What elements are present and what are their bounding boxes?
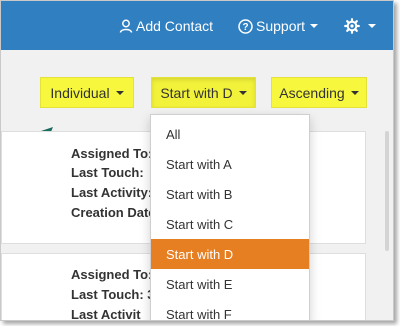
scrollbar[interactable] <box>385 131 389 251</box>
support-menu[interactable]: ? Support <box>238 16 319 36</box>
sort-order-label: Ascending <box>279 84 345 101</box>
user-icon <box>119 19 133 33</box>
settings-menu[interactable] <box>344 16 376 36</box>
menu-item-start-with-c[interactable]: Start with C <box>151 209 309 239</box>
letter-filter-label: Start with D <box>160 84 233 101</box>
last-touch-label: Last Touch: <box>71 165 144 180</box>
support-label: Support <box>256 18 306 34</box>
svg-text:?: ? <box>242 22 248 33</box>
last-activity-label: Last Activity: <box>71 185 153 200</box>
top-navbar: Add Contact ? Support <box>1 1 393 50</box>
assigned-to-label: Assigned To: <box>71 146 153 161</box>
assigned-to-label: Assigned To: <box>71 267 153 282</box>
chevron-down-icon <box>115 90 124 95</box>
chevron-down-icon <box>350 90 359 95</box>
last-activity-label: Last Activit <box>71 307 141 321</box>
menu-item-start-with-f[interactable]: Start with F <box>151 299 309 321</box>
last-touch-label: Last Touch: 3 <box>71 287 155 302</box>
question-circle-icon: ? <box>238 18 253 34</box>
menu-item-all[interactable]: All <box>151 119 309 149</box>
add-contact-label: Add Contact <box>136 18 214 34</box>
chevron-down-icon <box>238 90 247 95</box>
letter-filter-dropdown[interactable]: Start with D <box>151 77 256 108</box>
gear-icon <box>344 18 360 34</box>
chevron-down-icon <box>368 24 376 28</box>
menu-item-start-with-b[interactable]: Start with B <box>151 179 309 209</box>
letter-filter-menu: All Start with A Start with B Start with… <box>150 114 310 321</box>
add-contact-link[interactable]: Add Contact <box>119 16 213 36</box>
contact-type-dropdown[interactable]: Individual <box>40 77 134 108</box>
app-window: Add Contact ? Support Individual Start w… <box>0 0 394 321</box>
menu-item-start-with-a[interactable]: Start with A <box>151 149 309 179</box>
sort-order-dropdown[interactable]: Ascending <box>271 77 367 108</box>
chevron-down-icon <box>310 24 319 28</box>
menu-item-start-with-d[interactable]: Start with D <box>151 239 309 269</box>
menu-item-start-with-e[interactable]: Start with E <box>151 269 309 299</box>
contact-type-label: Individual <box>50 84 110 101</box>
creation-date-label: Creation Date <box>71 205 156 220</box>
